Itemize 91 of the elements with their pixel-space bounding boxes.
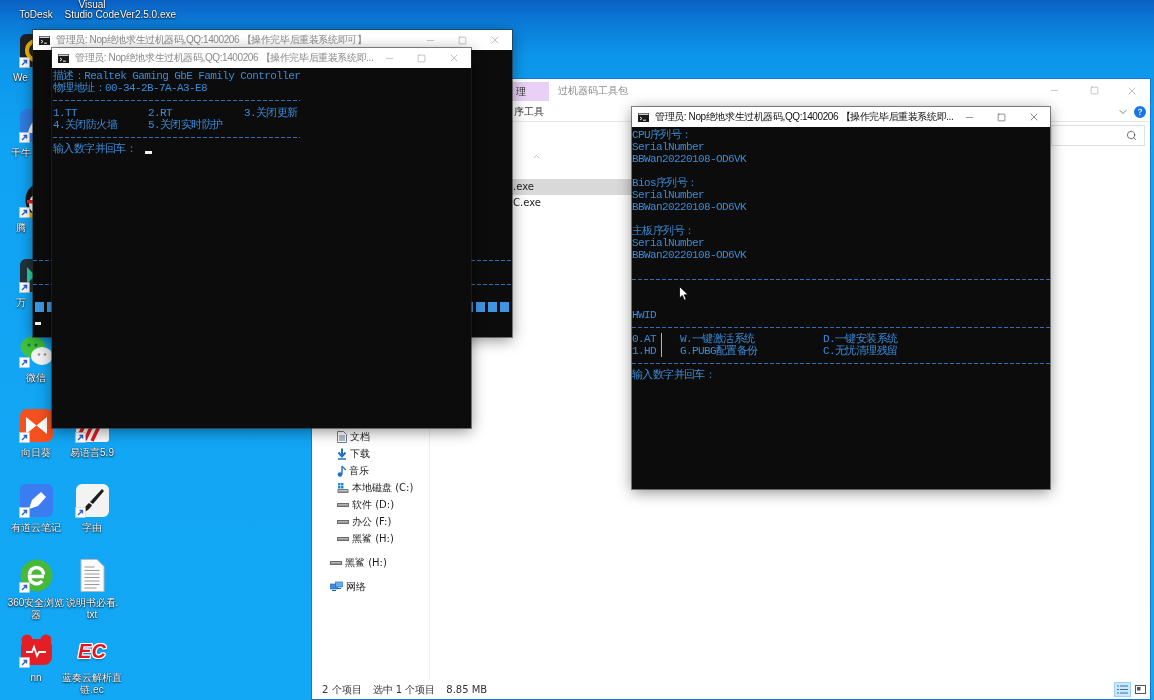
console-prompt: 输入数字并回车： <box>632 369 717 381</box>
download-arrow-icon <box>337 447 347 460</box>
menu-option: G.PUBG配置备份 <box>680 345 823 357</box>
menu-option: 1.HD <box>632 345 661 357</box>
file-row[interactable]: C.exe <box>512 195 632 211</box>
menu-option: 4.关闭防火墙 <box>53 118 148 131</box>
drive-icon <box>330 560 342 565</box>
console-text: BBWan20220108-OD6VK <box>632 249 748 261</box>
window-title: 管理员: Nop绝地求生过机器码,QQ:1400206 【操作完毕后重装系统即... <box>75 51 374 65</box>
menu-option: 3.关闭更新 <box>244 106 298 119</box>
nav-item[interactable]: 黑鲨 (H:) <box>312 530 429 547</box>
file-row[interactable]: .exe <box>512 179 632 195</box>
menu-option: D.一键安装系统 <box>823 333 898 345</box>
icon-label[interactable]: 千牛 <box>8 147 33 159</box>
sort-caret-icon <box>532 152 541 161</box>
nav-item[interactable]: 音乐 <box>312 462 429 479</box>
mouse-pointer-icon <box>679 286 689 301</box>
browser-icon[interactable] <box>18 558 54 593</box>
console-text: 主板序列号： <box>632 225 696 237</box>
context-tab[interactable]: 理 <box>512 82 549 101</box>
console-icon <box>39 35 50 45</box>
system-drive-icon <box>337 481 349 494</box>
icon-label[interactable]: We <box>8 72 33 84</box>
console-text: SerialNumber <box>632 237 705 249</box>
maximize-icon <box>416 53 426 63</box>
console-text: BBWan20220108-OD6VK <box>632 153 748 165</box>
console-text: CPU序列号： <box>632 129 693 141</box>
console-text: 描述：Realtek Gaming GbE Family Controller <box>53 70 301 82</box>
pen-app-icon[interactable] <box>18 483 54 518</box>
icon-label[interactable]: 说明书必看. txt <box>65 597 119 621</box>
list-view-icon <box>1117 685 1128 694</box>
details-view-button[interactable] <box>1114 682 1131 697</box>
icon-label[interactable]: 腾 <box>8 222 33 234</box>
console-text: SerialNumber <box>632 189 705 201</box>
thumbnail-view-button[interactable] <box>1132 682 1149 697</box>
drive-icon <box>337 536 349 541</box>
menu-option: 0.AT <box>632 333 661 345</box>
status-text: 2 个项目 <box>322 682 362 697</box>
nav-item[interactable]: 办公 (F:) <box>312 513 429 530</box>
bowtie-app-icon[interactable] <box>18 408 54 443</box>
drive-icon <box>337 502 349 507</box>
menu-option: W.一键激活系统 <box>680 333 823 345</box>
striped-app-icon[interactable] <box>74 428 110 443</box>
maximize-icon <box>996 112 1006 122</box>
nav-item[interactable]: 黑鲨 (H:) <box>312 554 429 571</box>
window-title: 管理员: Nop绝地求生过机器码,QQ:1400206 【操作完毕后重装系统即可】 <box>56 33 367 47</box>
ribbon-tab[interactable]: 序工具 <box>514 104 544 119</box>
status-text: 8.85 MB <box>446 684 488 695</box>
document-icon <box>337 430 347 443</box>
nav-item[interactable]: 软件 (D:) <box>312 496 429 513</box>
maximize-icon <box>457 35 467 45</box>
console-text: SerialNumber <box>632 141 705 153</box>
icon-label[interactable]: 蓝奏云解析直 链.ec <box>62 672 122 696</box>
maximize-icon <box>1089 86 1099 95</box>
console-text: HWID <box>632 309 657 321</box>
menu-option: 1.TT <box>53 106 148 119</box>
nav-item[interactable]: 下载 <box>312 445 429 462</box>
drive-icon <box>337 519 349 524</box>
help-icon[interactable] <box>1134 105 1146 118</box>
icon-label[interactable]: ToDesk <box>19 10 53 20</box>
console-text: BBWan20220108-OD6VK <box>632 201 748 213</box>
pulse-app-icon[interactable] <box>18 633 54 668</box>
network-icon <box>330 580 343 593</box>
search-icon <box>1126 129 1137 141</box>
menu-option: 2.RT <box>148 106 244 119</box>
menu-option: C.无忧清理残留 <box>823 345 898 357</box>
thumbnail-view-icon <box>1135 685 1146 694</box>
search-field[interactable] <box>1051 124 1145 146</box>
text-cursor-icon <box>145 151 153 155</box>
text-cursor-icon <box>35 322 41 325</box>
console-text: Bios序列号： <box>632 177 699 189</box>
console-prompt: 输入数字并回车： <box>53 143 137 156</box>
icon-label[interactable]: Ver2.5.0.exe <box>119 10 177 20</box>
nav-item[interactable]: 网络 <box>312 578 429 595</box>
brush-app-icon[interactable] <box>74 483 110 518</box>
console-icon <box>638 112 649 122</box>
music-note-icon <box>337 464 346 477</box>
triangle-app-icon[interactable] <box>18 258 34 293</box>
app-tile-icon[interactable] <box>18 108 34 143</box>
console-icon <box>58 53 69 63</box>
nav-item[interactable]: 文档 <box>312 428 429 445</box>
menu-option: 5.关闭实时防护 <box>148 118 244 131</box>
status-text: 选中 1 个项目 <box>372 682 436 697</box>
icon-label[interactable]: 微信 <box>26 372 46 384</box>
icon-label[interactable]: Visual Studio Code <box>64 0 120 20</box>
ring-app-icon[interactable] <box>18 33 34 68</box>
close-icon <box>489 34 501 46</box>
window-title: 过机器码工具包 <box>558 83 628 98</box>
console-text: 物理地址：00-34-2B-7A-A3-E8 <box>53 82 209 95</box>
window-title: 管理员: Nop绝地求生过机器码,QQ:1400206 【操作完毕后重装系统即... <box>655 110 954 124</box>
nav-item[interactable]: 本地磁盘 (C:) <box>312 479 429 496</box>
